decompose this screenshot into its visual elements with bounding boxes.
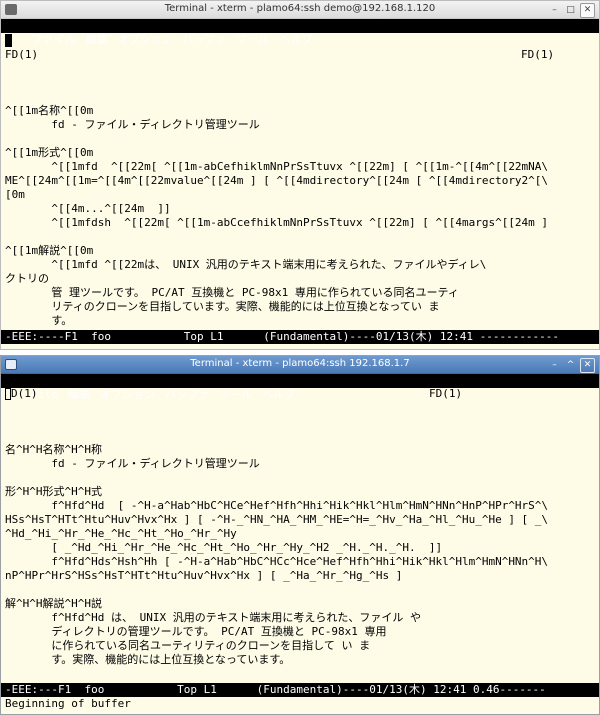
maximize-button[interactable]: □ xyxy=(564,4,577,17)
menu-options[interactable]: オプション xyxy=(118,33,173,46)
menu-edit[interactable]: 編集 xyxy=(86,33,108,46)
buffer-line: f^Hfd^Hds^Hsh^Hh [ -^H-a^Hab^HbC^HCc^Hce… xyxy=(5,555,549,568)
man-header-left: FD(1) xyxy=(5,48,39,61)
maximize-button[interactable]: ^ xyxy=(564,359,577,372)
cursor xyxy=(5,34,12,48)
buffer-line: ^[[1mfdsh ^[[22m[ ^[[1m-abCcefhiklmNnPrS… xyxy=(5,216,549,229)
buffer-line: 管 理ツールです。 PC/AT 互換機と PC-98x1 専用に作られている同名… xyxy=(5,286,459,299)
buffer-line: クトリの xyxy=(5,272,49,285)
buffer-line: ^[[4m...^[[24m ]] xyxy=(5,202,171,215)
menu-buffers[interactable]: バッファ xyxy=(165,388,209,401)
menu-edit[interactable]: 編集 xyxy=(68,388,90,401)
man-header-left: D(1) xyxy=(11,387,38,400)
menu-buffers[interactable]: バッファ xyxy=(183,33,227,46)
buffer-line: に作られている同名ユーティリティのクローンを目指して い ま xyxy=(5,639,371,652)
menu-help[interactable]: ヘルプ xyxy=(262,388,295,401)
buffer-line: f^Hfd^Hd [ -^H-a^Hab^HbC^HCe^Hef^Hfh^Hhi… xyxy=(5,499,549,512)
man-header-right: FD(1) xyxy=(429,387,463,400)
close-button[interactable]: ✕ xyxy=(580,2,595,18)
menu-bar: ファイル 編集 オプション バッファ ツール ヘルプ xyxy=(1,19,599,46)
buffer-line: [ _^Hd_^Hi_^Hr_^He_^Hc_^Ht_^Ho_^Hr_^Hy_^… xyxy=(5,541,443,554)
echo-area: Beginning of buffer xyxy=(5,697,131,710)
buffer-line: ディレクトリの管理ツールです。 PC/AT 互換機と PC-98x1 専用 xyxy=(5,625,387,638)
menu-file[interactable]: ファイル xyxy=(32,33,76,46)
buffer-line: リティのクローンを目指しています。実際、機能的には上位互換となってい ま xyxy=(5,300,440,313)
man-header-left-line: D(1) xyxy=(5,387,38,401)
buffer-line: HSs^HsT^HTt^Htu^Huv^Hvx^Hx ] [ -^H-_^HN_… xyxy=(5,513,549,526)
minimize-button[interactable]: – xyxy=(548,4,561,17)
mode-line: -EEE:----F1 foo Top L1 (Fundamental)----… xyxy=(1,330,599,344)
text-cursor xyxy=(5,34,12,47)
menu-tools[interactable]: ツール xyxy=(219,388,252,401)
title-bar[interactable]: Terminal - xterm - plamo64:ssh demo@192.… xyxy=(1,1,599,19)
buffer-line: nP^HPr^HrS^HSs^HsT^HTt^Htu^Huv^Hvx^Hx ] … xyxy=(5,569,403,582)
menu-bar: File 編集 オプション バッファ ツール ヘルプ xyxy=(1,374,599,401)
buffer-line: f^Hfd^Hd は、 UNIX 汎用のテキスト端末用に考えられた、ファイル や xyxy=(5,611,421,624)
man-header-right: FD(1) xyxy=(521,48,555,61)
buffer-line: ^[[1m名称^[[0m xyxy=(5,104,94,117)
window-title: Terminal - xterm - plamo64:ssh 192.168.1… xyxy=(190,358,410,369)
buffer-line: fd - ファイル・ディレクトリ管理ツール xyxy=(5,118,260,131)
buffer-line: 解^H^H解説^H^H説 xyxy=(5,597,102,610)
minimize-button[interactable]: – xyxy=(548,359,561,372)
buffer-line: ^Hd_^Hi_^Hr_^He_^Hc_^Ht_^Ho_^Hr_^Hy xyxy=(5,527,237,540)
terminal-window-1[interactable]: Terminal - xterm - plamo64:ssh demo@192.… xyxy=(0,0,600,350)
terminal-window-2[interactable]: Terminal - xterm - plamo64:ssh 192.168.1… xyxy=(0,355,600,715)
buffer-line: fd - ファイル・ディレクトリ管理ツール xyxy=(5,457,260,470)
close-button[interactable]: ✕ xyxy=(580,357,595,373)
buffer-line: ^[[1mfd ^[[22m[ ^[[1m-abCefhiklmNnPrSsTt… xyxy=(5,160,549,173)
buffer-line: 名^H^H名称^H^H称 xyxy=(5,443,102,456)
buffer-line: ^[[1m解説^[[0m xyxy=(5,244,94,257)
window-title: Terminal - xterm - plamo64:ssh demo@192.… xyxy=(164,3,436,14)
buffer-line: ^[[1mfd ^[[22mは、 UNIX 汎用のテキスト端末用に考えられた、フ… xyxy=(5,258,487,271)
title-bar[interactable]: Terminal - xterm - plamo64:ssh 192.168.1… xyxy=(1,356,599,374)
buffer-line: 形^H^H形式^H^H式 xyxy=(5,485,102,498)
buffer-line: ME^[[24m^[[1m=^[[4m^[[22mvalue^[[24m ] [… xyxy=(5,174,549,187)
buffer-line: ^[[1m形式^[[0m xyxy=(5,146,94,159)
menu-help[interactable]: ヘルプ xyxy=(280,33,313,46)
menu-tools[interactable]: ツール xyxy=(237,33,270,46)
menu-options[interactable]: オプション xyxy=(100,388,155,401)
mode-line: -EEE:---F1 foo Top L1 (Fundamental)----0… xyxy=(1,683,599,697)
buffer-line: す。実際、機能的には上位互換となっています。 xyxy=(5,653,291,666)
buffer-line: す。 xyxy=(5,314,73,327)
buffer-line: [0m xyxy=(5,188,25,201)
